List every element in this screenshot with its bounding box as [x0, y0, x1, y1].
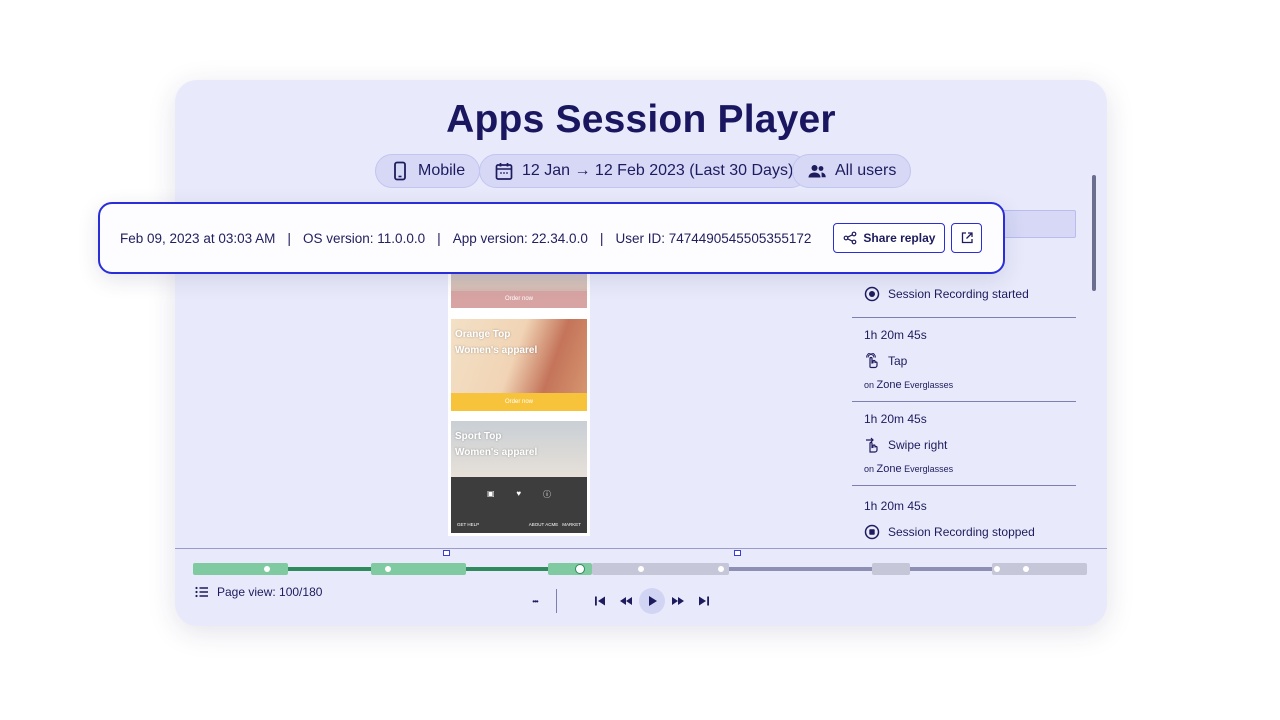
device-filter-label: Mobile [418, 162, 466, 179]
order-now-button[interactable]: Order now [451, 291, 587, 308]
event-item[interactable]: Session Recording started [864, 286, 1076, 302]
session-timeline[interactable] [193, 550, 1087, 575]
separator: | [599, 230, 604, 246]
product-title: Sport Top Women's apparel [455, 431, 538, 458]
more-options-button[interactable]: ••• [522, 588, 548, 614]
rewind-icon [620, 597, 632, 605]
help-icon[interactable]: ⓘ [543, 489, 551, 500]
product-tile-sport-top[interactable]: Sport Top Women's apparel ▣ ♥ ⓘ GET HELP … [451, 421, 587, 533]
event-label: Session Recording started [888, 287, 1029, 301]
event-item[interactable]: 1h 20m 45s Tap on Zone Everglasses [864, 328, 1076, 391]
event-label: Tap [888, 354, 908, 368]
record-icon [864, 286, 880, 302]
timeline-event-dot[interactable] [638, 566, 644, 572]
event-divider [852, 401, 1076, 402]
timeline-gap [288, 567, 371, 571]
timeline-event-dot[interactable] [264, 566, 270, 572]
timeline-segment[interactable] [992, 563, 1087, 575]
session-datetime: Feb 09, 2023 at 03:03 AM [120, 230, 276, 246]
skip-previous-button[interactable] [587, 588, 613, 614]
event-time: 1h 20m 45s [864, 412, 927, 426]
skip-previous-icon [595, 596, 605, 606]
device-filter-chip[interactable]: Mobile [375, 154, 481, 188]
timeline-event-dot[interactable] [718, 566, 724, 572]
play-icon [649, 596, 657, 606]
timeline-segment[interactable] [193, 563, 288, 575]
session-player-card: Apps Session Player Mobile 12 Jan → 12 F… [175, 80, 1107, 626]
timeline-gap [910, 567, 992, 571]
controls-separator [556, 589, 557, 613]
share-replay-button[interactable]: Share replay [833, 223, 946, 253]
event-zone: on Zone Everglasses [864, 379, 954, 391]
play-button[interactable] [639, 588, 665, 614]
timeline-event-dot[interactable] [385, 566, 391, 572]
fast-forward-icon [672, 597, 684, 605]
app-version: App version: 22.34.0.0 [452, 230, 588, 246]
chat-icon[interactable]: ▣ [487, 489, 495, 500]
event-zone: on Zone Everglasses [864, 463, 954, 475]
user-id: User ID: 7474490545505355172 [615, 230, 812, 246]
player-controls: ••• [522, 587, 717, 615]
order-now-button[interactable]: Order now [451, 393, 587, 411]
timeline-playhead[interactable] [575, 564, 585, 574]
footer-link[interactable]: GET HELP [457, 522, 479, 527]
product-title: Orange Top Women's apparel [455, 329, 538, 356]
open-external-button[interactable] [951, 223, 983, 253]
users-icon [808, 165, 826, 178]
share-icon [843, 231, 857, 245]
event-item[interactable]: 1h 20m 45s Session Recording stopped [864, 499, 1076, 540]
event-divider [852, 485, 1076, 486]
calendar-icon [495, 163, 513, 180]
tap-icon [866, 353, 878, 369]
event-time: 1h 20m 45s [864, 328, 927, 342]
skip-next-icon [699, 596, 709, 606]
separator: | [437, 230, 441, 246]
list-icon [195, 586, 208, 598]
footer-link[interactable]: ABOUT ACME [529, 522, 558, 527]
share-replay-label: Share replay [863, 231, 936, 245]
product-tile-orange-top[interactable]: Orange Top Women's apparel Order now [451, 319, 587, 411]
timeline-segment-current[interactable] [548, 563, 592, 575]
skip-next-button[interactable] [691, 588, 717, 614]
fast-forward-button[interactable] [665, 588, 691, 614]
footer-link[interactable]: MARKET [562, 522, 581, 527]
rewind-button[interactable] [613, 588, 639, 614]
event-label: Session Recording stopped [888, 525, 1035, 539]
segment-label: All users [835, 162, 897, 179]
timeline-comment-marker[interactable] [443, 550, 450, 556]
timeline-gap [466, 567, 548, 571]
app-footer: ▣ ♥ ⓘ GET HELP ABOUT ACME MARKET [451, 477, 587, 533]
date-range-chip[interactable]: 12 Jan → 12 Feb 2023 (Last 30 Days) [479, 154, 809, 188]
timeline-comment-marker[interactable] [734, 550, 741, 556]
page-view-counter: Page view: 100/180 [195, 585, 322, 599]
timeline-segment[interactable] [872, 563, 910, 575]
session-info-bar: Feb 09, 2023 at 03:03 AM | OS version: 1… [98, 202, 1005, 274]
separator: | [287, 230, 292, 246]
mobile-phone-icon [394, 161, 406, 181]
heart-icon[interactable]: ♥ [516, 489, 521, 500]
swipe-icon [866, 437, 878, 453]
event-label: Swipe right [888, 438, 948, 452]
segment-chip[interactable]: All users [792, 154, 912, 188]
external-link-icon [961, 232, 973, 244]
timeline-segment[interactable] [592, 563, 729, 575]
page-title: Apps Session Player [446, 98, 836, 141]
event-time: 1h 20m 45s [864, 499, 927, 513]
replay-phone-screen[interactable]: Order now Orange Top Women's apparel Orde… [448, 250, 590, 536]
timeline-event-dot[interactable] [994, 566, 1000, 572]
stop-icon [864, 524, 880, 540]
player-divider [175, 548, 1107, 549]
event-divider [852, 317, 1076, 318]
page-view-label: Page view: 100/180 [217, 585, 323, 599]
timeline-event-dot[interactable] [1023, 566, 1029, 572]
date-range-label: 12 Jan → 12 Feb 2023 (Last 30 Days) [522, 162, 794, 179]
timeline-gap [729, 567, 872, 571]
os-version: OS version: 11.0.0.0 [303, 230, 426, 246]
events-scrollbar[interactable] [1092, 175, 1096, 291]
event-item[interactable]: 1h 20m 45s Swipe right on Zone Everglass… [864, 412, 1076, 475]
